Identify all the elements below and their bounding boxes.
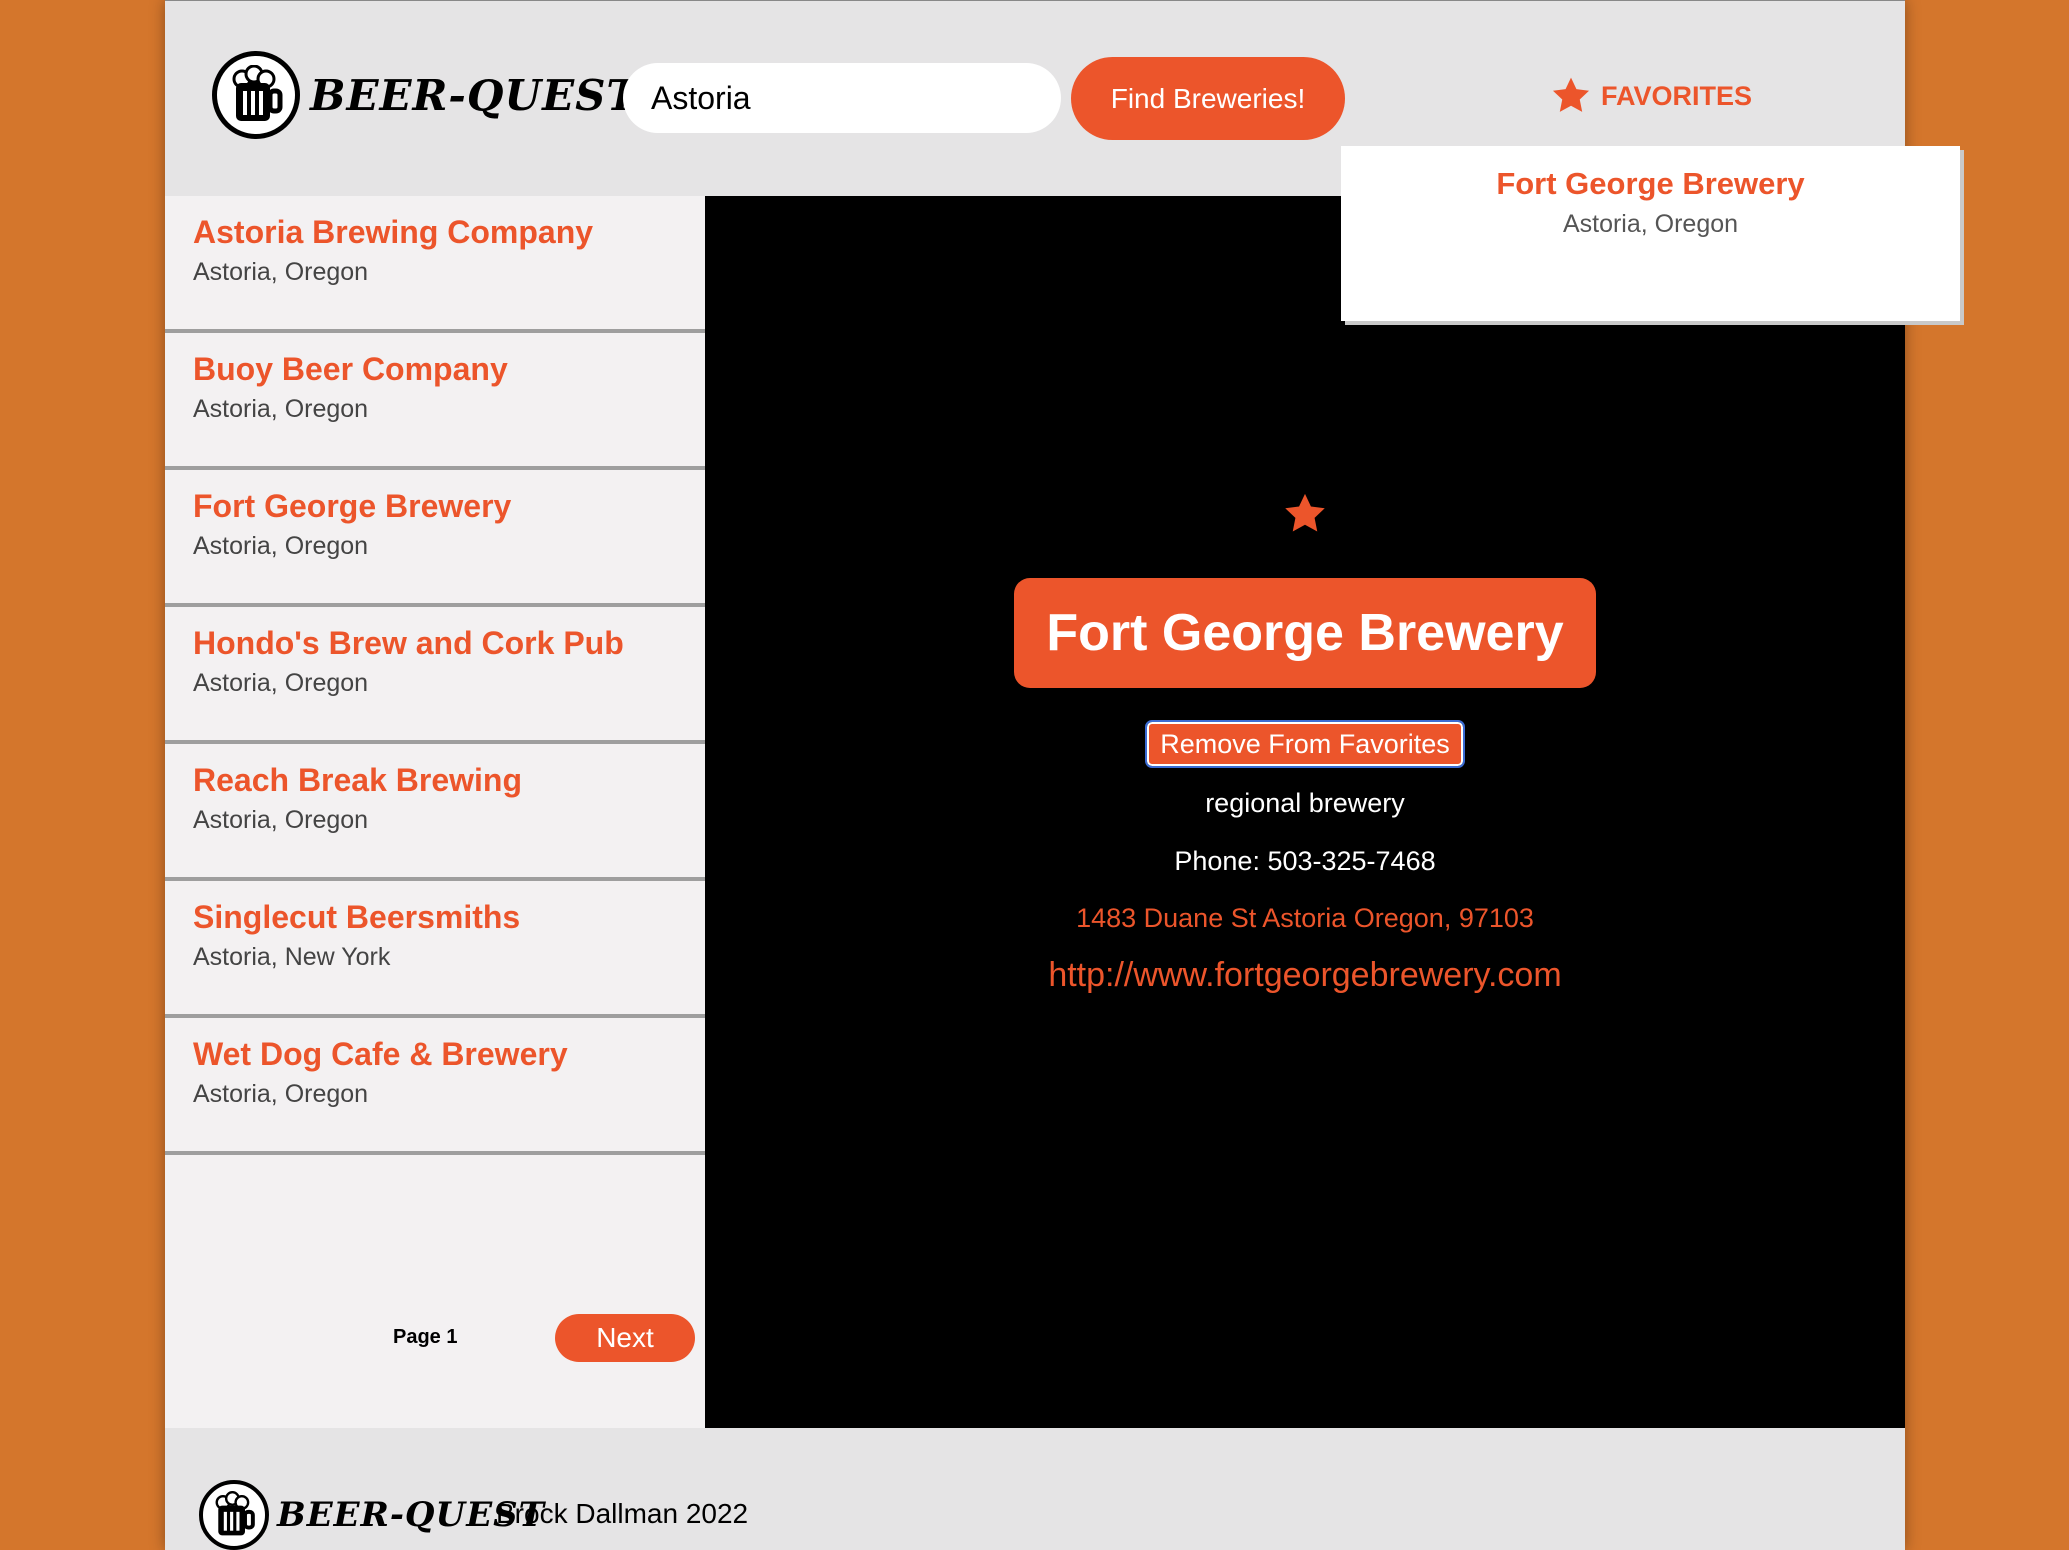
list-item[interactable]: Fort George Brewery Astoria, Oregon — [165, 470, 705, 607]
favorites-link[interactable]: FAVORITES — [1549, 75, 1752, 117]
find-breweries-button[interactable]: Find Breweries! — [1071, 57, 1345, 140]
brewery-list: Astoria Brewing Company Astoria, Oregon … — [165, 196, 705, 1428]
list-item[interactable]: Hondo's Brew and Cork Pub Astoria, Orego… — [165, 607, 705, 744]
app-container: BEER-QUEST Find Breweries! FAVORITES For… — [165, 0, 1960, 1550]
brewery-location: Astoria, Oregon — [193, 532, 369, 560]
list-item[interactable]: Wet Dog Cafe & Brewery Astoria, Oregon — [165, 1018, 705, 1155]
favorites-dropdown: Fort George Brewery Astoria, Oregon — [1341, 146, 1960, 321]
next-page-button[interactable]: Next — [555, 1314, 695, 1362]
list-item[interactable]: Buoy Beer Company Astoria, Oregon — [165, 333, 705, 470]
star-icon — [1552, 77, 1590, 112]
brewery-name: Fort George Brewery — [193, 488, 512, 524]
brewery-location: Astoria, Oregon — [193, 258, 369, 286]
beer-mug-icon — [199, 1480, 269, 1550]
brewery-address[interactable]: 1483 Duane St Astoria Oregon, 97103 — [705, 903, 1905, 934]
beer-mug-icon — [212, 51, 300, 139]
search-input[interactable] — [623, 63, 1061, 133]
footer-logo: BEER-QUEST — [199, 1480, 545, 1550]
brewery-name: Hondo's Brew and Cork Pub — [193, 625, 624, 661]
page-indicator: Page 1 — [393, 1326, 458, 1348]
logo[interactable]: BEER-QUEST — [212, 51, 639, 139]
brewery-location: Astoria, Oregon — [193, 395, 369, 423]
favorite-item[interactable]: Fort George Brewery Astoria, Oregon — [1341, 166, 1960, 239]
brewery-type: regional brewery — [1205, 788, 1405, 818]
footer-credit: Brock Dallman 2022 — [496, 1498, 749, 1529]
brewery-detail-panel: Fort George Brewery Remove From Favorite… — [705, 196, 1905, 1428]
brewery-name: Buoy Beer Company — [193, 351, 508, 387]
list-item[interactable]: Singlecut Beersmiths Astoria, New York — [165, 881, 705, 1018]
favorite-star-icon[interactable] — [1281, 491, 1329, 537]
brewery-phone: Phone: 503-325-7468 — [1174, 846, 1436, 876]
brewery-name: Astoria Brewing Company — [193, 214, 594, 250]
list-item[interactable]: Astoria Brewing Company Astoria, Oregon — [165, 196, 705, 333]
brewery-title: Fort George Brewery — [1014, 578, 1596, 688]
brewery-name: Reach Break Brewing — [193, 762, 523, 798]
favorite-item-location: Astoria, Oregon — [1562, 210, 1739, 238]
logo-text: BEER-QUEST — [310, 70, 639, 120]
favorite-item-name: Fort George Brewery — [1496, 166, 1805, 201]
favorites-label: FAVORITES — [1601, 80, 1753, 111]
remove-from-favorites-button[interactable]: Remove From Favorites — [1145, 720, 1465, 768]
brewery-name: Singlecut Beersmiths — [193, 899, 521, 935]
brewery-website-link[interactable]: http://www.fortgeorgebrewery.com — [705, 956, 1905, 995]
brewery-location: Astoria, Oregon — [193, 1080, 369, 1108]
brewery-name: Wet Dog Cafe & Brewery — [193, 1036, 568, 1072]
brewery-location: Astoria, Oregon — [193, 669, 369, 697]
brewery-location: Astoria, New York — [193, 943, 391, 971]
brewery-location: Astoria, Oregon — [193, 806, 369, 834]
list-item[interactable]: Reach Break Brewing Astoria, Oregon — [165, 744, 705, 881]
